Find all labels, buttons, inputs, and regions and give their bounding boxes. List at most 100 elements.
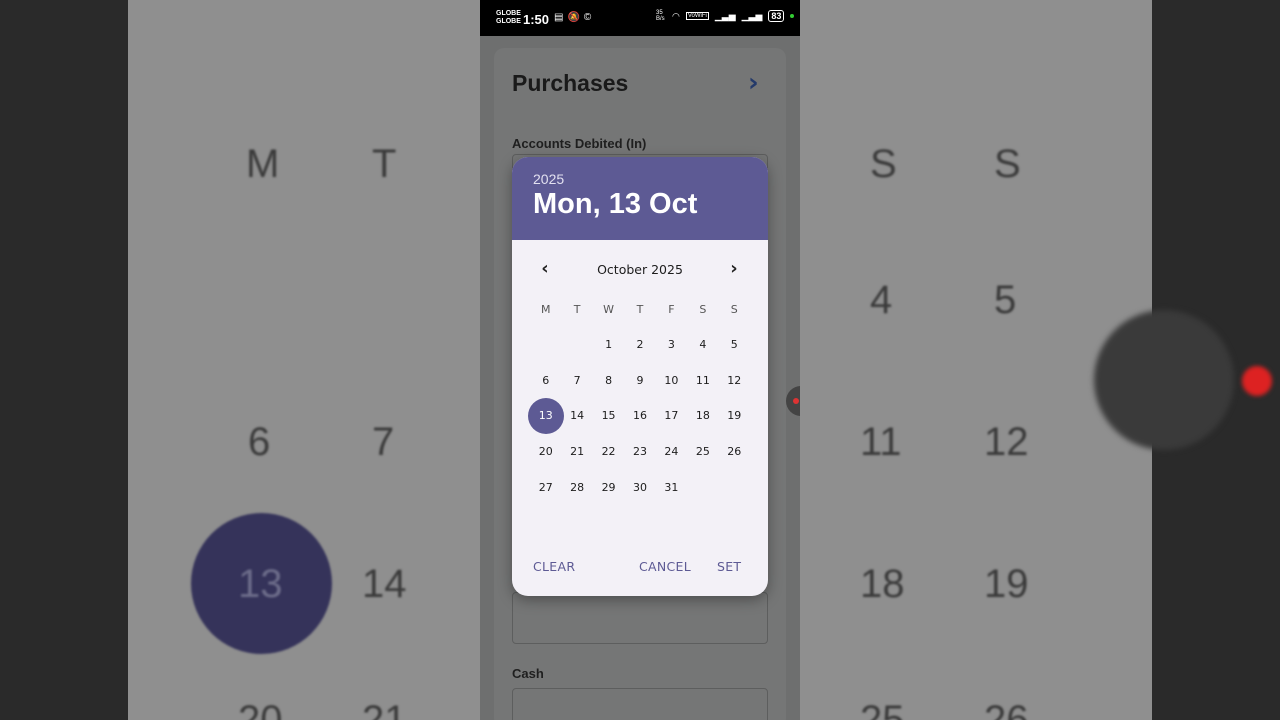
carrier-1: GLOBE	[496, 10, 521, 17]
calendar-day-number: 28	[570, 480, 585, 494]
calendar-day[interactable]: 2	[624, 327, 655, 363]
calendar-day-number: 30	[632, 480, 647, 494]
chevron-right-icon[interactable]: ›	[721, 257, 747, 283]
dialog-actions: CLEAR CANCEL SET	[512, 559, 768, 579]
calendar-day[interactable]: 10	[656, 363, 687, 399]
mute-icon: 🔕	[567, 12, 584, 23]
calendar-day-number: 1	[605, 338, 613, 352]
calendar-day-number: 14	[570, 409, 585, 423]
bg-day: 21	[362, 698, 407, 720]
page-title: Purchases	[512, 70, 629, 96]
cast-icon: ▤	[554, 12, 568, 23]
calendar-day[interactable]: 24	[656, 434, 687, 470]
calendar-day-number: 13	[538, 409, 553, 423]
calendar-day-number: 12	[727, 373, 742, 387]
calendar-day[interactable]: 8	[593, 363, 624, 399]
calendar-day[interactable]: 19	[719, 398, 750, 434]
calendar-day-selected[interactable]: 13	[530, 398, 561, 434]
clear-button[interactable]: CLEAR	[533, 559, 575, 574]
bg-day: 20	[238, 698, 283, 720]
floating-record-button[interactable]	[786, 386, 800, 416]
calendar-day[interactable]: 29	[593, 469, 624, 505]
calendar-day-number: 2	[636, 338, 644, 352]
calendar-day-number: 4	[699, 338, 707, 352]
bg-weekday-t: T	[372, 142, 397, 186]
bg-day: 25	[860, 698, 905, 720]
notification-icons: ▤🔕©	[554, 12, 595, 23]
calendar-day-number: 17	[664, 409, 679, 423]
calendar-day-number: 25	[695, 445, 710, 459]
bg-day: 26	[984, 698, 1029, 720]
cash-label: Cash	[512, 666, 544, 681]
calendar-day[interactable]: 25	[687, 434, 718, 470]
calendar-day[interactable]: 11	[687, 363, 718, 399]
bg-day: 14	[362, 562, 407, 606]
calendar-day[interactable]: 15	[593, 398, 624, 434]
calendar-day-grid: 1 2 3 4 5 6 7 8 9 10 11 12 13 14 15 16 17 18 19 20 21 22 23 24 2…	[530, 327, 750, 505]
cancel-button[interactable]: CANCEL	[639, 559, 691, 574]
bg-day: 11	[860, 420, 902, 464]
calendar-day[interactable]: 9	[624, 363, 655, 399]
bg-weekday-s2: S	[994, 142, 1021, 186]
calendar-day[interactable]: 14	[561, 398, 592, 434]
bg-day: 5	[994, 278, 1017, 322]
picker-year[interactable]: 2025	[533, 171, 768, 187]
signal-icon: ▁▃▅	[741, 10, 763, 21]
net-speed: 35 B/s	[656, 10, 665, 22]
calendar-day-number: 31	[664, 480, 679, 494]
calendar-day-number: 5	[730, 338, 738, 352]
calendar-day[interactable]: 22	[593, 434, 624, 470]
calendar-day[interactable]: 7	[561, 363, 592, 399]
carrier-2: GLOBE	[496, 18, 521, 25]
calendar-day[interactable]: 28	[561, 469, 592, 505]
calendar-day[interactable]: 12	[719, 363, 750, 399]
bg-floating-dot	[1094, 310, 1234, 450]
bg-day: 7	[372, 420, 395, 464]
calendar-day[interactable]: 4	[687, 327, 718, 363]
signal-icon: ▁▃▅	[714, 10, 736, 21]
calendar-day[interactable]: 27	[530, 469, 561, 505]
calendar-day-number: 9	[636, 373, 644, 387]
bg-day: 12	[984, 420, 1029, 464]
calendar-day[interactable]: 1	[593, 327, 624, 363]
calendar-day[interactable]: 18	[687, 398, 718, 434]
bg-day: 18	[860, 562, 905, 606]
calendar-day[interactable]: 31	[656, 469, 687, 505]
app-icon: ©	[583, 12, 596, 23]
bg-weekday-s1: S	[870, 142, 897, 186]
vowifi-label: VoWiFi	[685, 12, 709, 20]
picker-selected-date: Mon, 13 Oct	[533, 188, 698, 220]
month-navigation: ‹ October 2025 ›	[512, 257, 768, 283]
calendar-empty-cell	[561, 327, 592, 363]
calendar-day-number: 6	[542, 373, 550, 387]
calendar-day-number: 16	[632, 409, 647, 423]
calendar-day[interactable]: 6	[530, 363, 561, 399]
chevron-right-icon[interactable]: ›	[748, 68, 759, 98]
date-picker-header: 2025 Mon, 13 Oct	[512, 157, 768, 240]
calendar-day[interactable]: 26	[719, 434, 750, 470]
calendar-day-number: 22	[601, 445, 616, 459]
calendar-day[interactable]: 17	[656, 398, 687, 434]
calendar-day-number: 18	[695, 409, 710, 423]
calendar-day[interactable]: 3	[656, 327, 687, 363]
calendar-day[interactable]: 16	[624, 398, 655, 434]
set-button[interactable]: SET	[717, 559, 741, 574]
calendar-day-number: 15	[601, 409, 616, 423]
calendar-day-number: 23	[632, 445, 647, 459]
calendar-empty-cell	[530, 327, 561, 363]
battery-icon: 83	[768, 10, 785, 22]
calendar-day[interactable]: 23	[624, 434, 655, 470]
calendar-day[interactable]: 5	[719, 327, 750, 363]
cash-field[interactable]	[512, 688, 768, 720]
calendar-day[interactable]: 21	[561, 434, 592, 470]
calendar-day[interactable]: 30	[624, 469, 655, 505]
calendar-day[interactable]: 20	[530, 434, 561, 470]
bg-day: 19	[984, 562, 1029, 606]
date-picker-dialog: 2025 Mon, 13 Oct ‹ October 2025 › M T W …	[512, 157, 768, 596]
status-time: 1:50	[523, 12, 550, 27]
weekday-label: T	[636, 303, 644, 316]
date-field[interactable]	[512, 592, 768, 644]
calendar-day-number: 7	[573, 373, 581, 387]
privacy-indicator	[790, 14, 795, 18]
phone-screen: GLOBE GLOBE 1:50 ▤🔕© 35 B/s ◠ VoWiFi ▁▃▅…	[480, 0, 800, 720]
